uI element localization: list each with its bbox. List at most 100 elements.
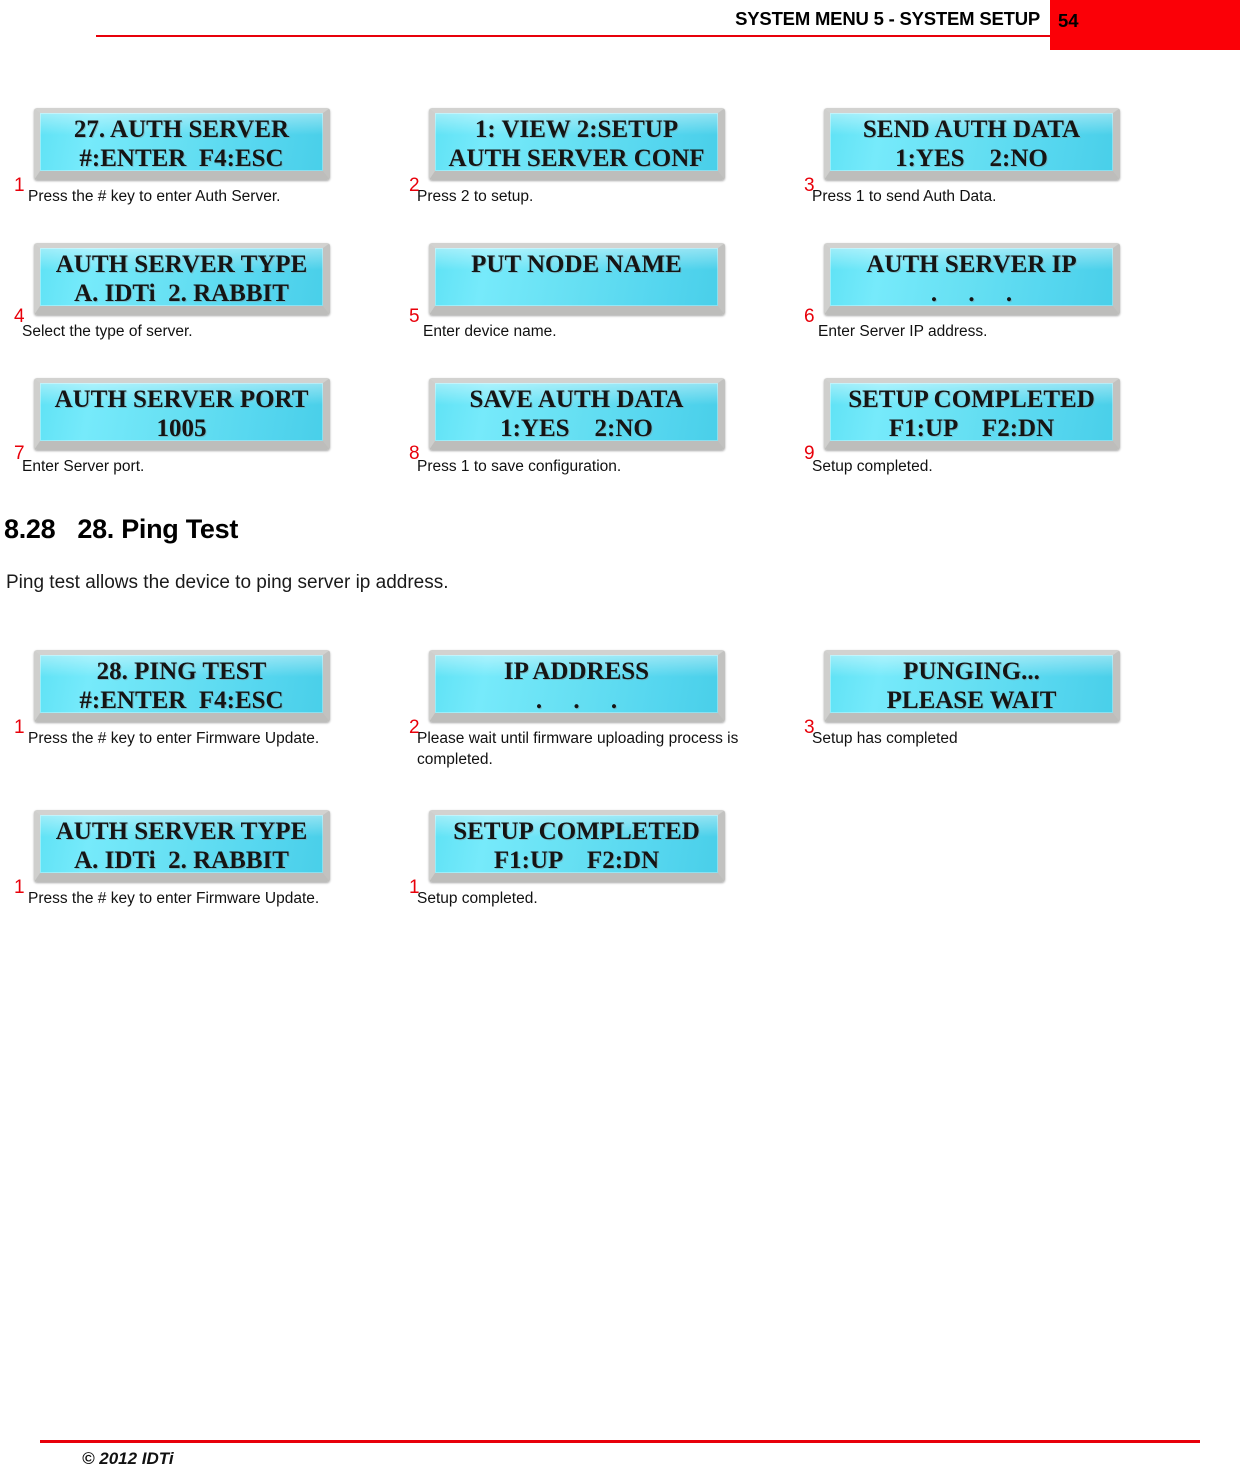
lcd-line-2: F1:UP F2:DN <box>493 847 660 874</box>
lcd-line-2: 1005 <box>156 415 207 442</box>
page-header: SYSTEM MENU 5 - SYSTEM SETUP 54 <box>0 0 1240 52</box>
lcd-display: 28. PING TEST #:ENTER F4:ESC <box>34 650 330 722</box>
lcd-display: AUTH SERVER PORT 1005 <box>34 378 330 450</box>
lcd-screen: SEND AUTH DATA 1:YES 2:NO <box>824 108 1120 180</box>
lcd-line-2: 1:YES 2:NO <box>500 415 653 442</box>
lcd-display: AUTH SERVER IP . . . <box>824 243 1120 315</box>
lcd-line-1: 28. PING TEST <box>96 658 267 685</box>
section-intro-text: Ping test allows the device to ping serv… <box>6 572 449 593</box>
lcd-screen: SETUP COMPLETED F1:UP F2:DN <box>824 378 1120 450</box>
step-caption: Setup completed. <box>812 458 933 475</box>
lcd-screen: AUTH SERVER IP . . . <box>824 243 1120 315</box>
lcd-line-1: PUNGING... <box>903 658 1040 685</box>
page-title: SYSTEM MENU 5 - SYSTEM SETUP <box>735 8 1040 29</box>
step-number: 5 <box>409 306 420 327</box>
lcd-display: PUNGING... PLEASE WAIT <box>824 650 1120 722</box>
lcd-line-2: A. IDTi 2. RABBIT <box>74 847 289 874</box>
lcd-line-2: . . . <box>930 280 1013 307</box>
step-cell: SETUP COMPLETED F1:UP F2:DN 1 Setup comp… <box>395 810 795 909</box>
footer-divider <box>40 1440 1200 1443</box>
step-caption: Press 1 to save configuration. <box>417 458 622 475</box>
step-number: 4 <box>14 306 25 327</box>
lcd-screen: IP ADDRESS . . . <box>429 650 725 722</box>
lcd-line-1: PUT NODE NAME <box>471 251 682 278</box>
lcd-display: SETUP COMPLETED F1:UP F2:DN <box>824 378 1120 450</box>
lcd-line-2: . . . <box>535 687 618 714</box>
step-caption: Enter Server port. <box>22 458 145 475</box>
lcd-line-1: AUTH SERVER IP <box>866 251 1077 278</box>
step-caption: Press the # key to enter Auth Server. <box>28 188 281 205</box>
step-cell: IP ADDRESS . . . 2 Please wait until fir… <box>395 650 795 770</box>
lcd-line-2: AUTH SERVER CONF <box>448 145 705 172</box>
step-caption: Press 1 to send Auth Data. <box>812 188 997 205</box>
step-number: 2 <box>409 717 420 738</box>
step-number: 1 <box>14 877 25 898</box>
footer-copyright: © 2012 IDTi <box>82 1449 174 1468</box>
step-caption: Setup completed. <box>417 890 538 907</box>
lcd-line-2: #:ENTER F4:ESC <box>79 687 284 714</box>
lcd-display: 27. AUTH SERVER #:ENTER F4:ESC <box>34 108 330 180</box>
step-cell: AUTH SERVER TYPE A. IDTi 2. RABBIT 4 Sel… <box>0 243 400 342</box>
step-cell: AUTH SERVER TYPE A. IDTi 2. RABBIT 1 Pre… <box>0 810 400 909</box>
lcd-line-1: 1: VIEW 2:SETUP <box>474 116 679 143</box>
lcd-display: IP ADDRESS . . . <box>429 650 725 722</box>
lcd-display: PUT NODE NAME <box>429 243 725 315</box>
lcd-line-1: AUTH SERVER TYPE <box>55 818 308 845</box>
page-number: 54 <box>1058 10 1079 31</box>
lcd-line-1: AUTH SERVER PORT <box>54 386 309 413</box>
lcd-display: 1: VIEW 2:SETUP AUTH SERVER CONF <box>429 108 725 180</box>
lcd-display: AUTH SERVER TYPE A. IDTi 2. RABBIT <box>34 810 330 882</box>
lcd-line-2: #:ENTER F4:ESC <box>79 145 284 172</box>
step-caption: Please wait until firmware uploading pro… <box>417 730 739 768</box>
section-number: 8.28 <box>4 514 56 544</box>
step-cell: SEND AUTH DATA 1:YES 2:NO 3 Press 1 to s… <box>790 108 1190 207</box>
lcd-display: SAVE AUTH DATA 1:YES 2:NO <box>429 378 725 450</box>
lcd-screen: 28. PING TEST #:ENTER F4:ESC <box>34 650 330 722</box>
step-number: 8 <box>409 443 420 464</box>
lcd-screen: 1: VIEW 2:SETUP AUTH SERVER CONF <box>429 108 725 180</box>
lcd-screen: AUTH SERVER TYPE A. IDTi 2. RABBIT <box>34 810 330 882</box>
lcd-line-2: 1:YES 2:NO <box>895 145 1048 172</box>
section-heading: 8.28 28. Ping Test <box>4 514 238 545</box>
lcd-line-1: SETUP COMPLETED <box>453 818 700 845</box>
lcd-screen: SAVE AUTH DATA 1:YES 2:NO <box>429 378 725 450</box>
step-cell: SETUP COMPLETED F1:UP F2:DN 9 Setup comp… <box>790 378 1190 477</box>
step-caption: Press 2 to setup. <box>417 188 534 205</box>
lcd-display: AUTH SERVER TYPE A. IDTi 2. RABBIT <box>34 243 330 315</box>
step-cell: 28. PING TEST #:ENTER F4:ESC 1 Press the… <box>0 650 400 749</box>
step-number: 3 <box>804 175 815 196</box>
lcd-screen: AUTH SERVER TYPE A. IDTi 2. RABBIT <box>34 243 330 315</box>
lcd-screen: PUNGING... PLEASE WAIT <box>824 650 1120 722</box>
lcd-line-1: SETUP COMPLETED <box>848 386 1095 413</box>
step-number: 7 <box>14 443 25 464</box>
lcd-line-1: IP ADDRESS <box>503 658 650 685</box>
step-caption: Press the # key to enter Firmware Update… <box>28 730 320 747</box>
step-cell: PUT NODE NAME 5 Enter device name. <box>395 243 795 342</box>
step-cell: AUTH SERVER IP . . . 6 Enter Server IP a… <box>790 243 1190 342</box>
lcd-screen: AUTH SERVER PORT 1005 <box>34 378 330 450</box>
lcd-display: SEND AUTH DATA 1:YES 2:NO <box>824 108 1120 180</box>
lcd-line-2: A. IDTi 2. RABBIT <box>74 280 289 307</box>
step-caption: Select the type of server. <box>22 323 193 340</box>
lcd-screen: 27. AUTH SERVER #:ENTER F4:ESC <box>34 108 330 180</box>
step-number: 2 <box>409 175 420 196</box>
step-number: 6 <box>804 306 815 327</box>
step-number: 3 <box>804 717 815 738</box>
lcd-line-1: AUTH SERVER TYPE <box>55 251 308 278</box>
lcd-line-2: F1:UP F2:DN <box>888 415 1055 442</box>
lcd-display: SETUP COMPLETED F1:UP F2:DN <box>429 810 725 882</box>
lcd-line-1: 27. AUTH SERVER <box>73 116 290 143</box>
step-cell: AUTH SERVER PORT 1005 7 Enter Server por… <box>0 378 400 477</box>
step-number: 1 <box>14 717 25 738</box>
lcd-line-1: SEND AUTH DATA <box>862 116 1081 143</box>
step-caption: Press the # key to enter Firmware Update… <box>28 890 320 907</box>
step-caption: Enter device name. <box>423 323 557 340</box>
step-caption: Enter Server IP address. <box>818 323 988 340</box>
step-caption: Setup has completed <box>812 730 958 747</box>
lcd-screen: PUT NODE NAME <box>429 243 725 315</box>
step-number: 1 <box>409 877 420 898</box>
lcd-line-1: SAVE AUTH DATA <box>469 386 684 413</box>
step-cell: 1: VIEW 2:SETUP AUTH SERVER CONF 2 Press… <box>395 108 795 207</box>
step-cell: SAVE AUTH DATA 1:YES 2:NO 8 Press 1 to s… <box>395 378 795 477</box>
step-number: 9 <box>804 443 815 464</box>
